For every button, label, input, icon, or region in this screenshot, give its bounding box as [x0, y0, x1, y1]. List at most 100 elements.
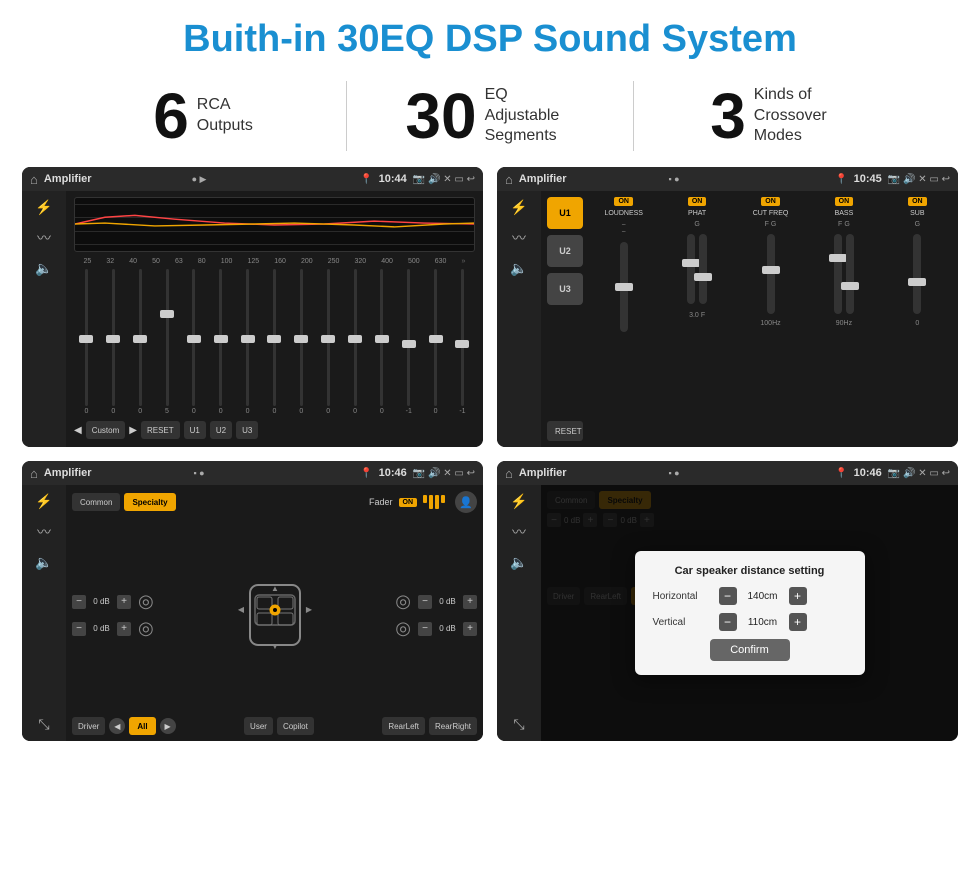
all-btn[interactable]: All: [129, 717, 155, 735]
speaker-circle-br: ◎: [395, 618, 411, 639]
wave-icon-4[interactable]: 〰: [512, 522, 526, 542]
minus-btn-4[interactable]: −: [418, 622, 432, 636]
eq-icon-4[interactable]: ⚡: [510, 493, 527, 510]
custom-btn[interactable]: Custom: [86, 421, 126, 439]
status-icons-2: 📍: [835, 174, 847, 185]
expand-icon-3[interactable]: ⤡: [38, 716, 49, 733]
on-badge-cutfreq[interactable]: ON: [761, 197, 780, 206]
speaker-icon-3[interactable]: 🔈: [35, 554, 52, 571]
home-icon-3[interactable]: ⌂: [30, 466, 38, 481]
wave-icon-2[interactable]: 〰: [512, 228, 526, 248]
left-arrow-btn[interactable]: ◀: [109, 718, 125, 734]
on-badge-bass[interactable]: ON: [835, 197, 854, 206]
reset-btn-1[interactable]: RESET: [141, 421, 180, 439]
u2-btn[interactable]: U2: [210, 421, 232, 439]
dot-icons-4: ▪ ●: [668, 468, 679, 478]
crossover-main: Common Specialty Fader ON: [66, 485, 483, 741]
speaker-icon-4[interactable]: 🔈: [510, 554, 527, 571]
plus-btn-4[interactable]: +: [463, 622, 477, 636]
speaker-sidebar-icon[interactable]: 🔈: [35, 260, 52, 277]
speaker-circle-tr: ◎: [395, 591, 411, 612]
status-bar-2: ⌂ Amplifier ▪ ● 📍 10:45 📷 🔊 ✕ ▭ ↩: [497, 167, 958, 191]
screen4-title: Amplifier: [519, 467, 663, 479]
home-icon-1[interactable]: ⌂: [30, 172, 38, 187]
fader-label: Fader: [369, 497, 393, 507]
plus-btn-3[interactable]: +: [463, 595, 477, 609]
status-icons-1: 📍: [360, 174, 372, 185]
home-icon-4[interactable]: ⌂: [505, 466, 513, 481]
status-bar-4: ⌂ Amplifier ▪ ● 📍 10:46 📷 🔊 ✕ ▭ ↩: [497, 461, 958, 485]
on-badge-phat[interactable]: ON: [688, 197, 707, 206]
right-arrow-btn[interactable]: ▶: [160, 718, 176, 734]
speaker-circle-tl: ◎: [138, 591, 154, 612]
u1-btn[interactable]: U1: [184, 421, 206, 439]
slider-loudness[interactable]: [620, 242, 628, 332]
svg-text:▼: ▼: [271, 642, 279, 651]
horizontal-plus[interactable]: +: [789, 587, 807, 605]
amp2-main: U1 U2 U3 RESET ON LOUDNESS ~ ~: [541, 191, 958, 447]
person-icon[interactable]: 👤: [455, 491, 477, 513]
minus-btn-1[interactable]: −: [72, 595, 86, 609]
speaker-icon-2[interactable]: 🔈: [510, 260, 527, 277]
slider-cutfreq[interactable]: [767, 234, 775, 314]
status-bar-3: ⌂ Amplifier ▪ ● 📍 10:46 📷 🔊 ✕ ▭ ↩: [22, 461, 483, 485]
slider-bass-l[interactable]: [834, 234, 842, 314]
slider-bass-r[interactable]: [846, 234, 854, 314]
fader-on-badge[interactable]: ON: [399, 498, 418, 507]
screen3-time: 10:46: [379, 467, 407, 479]
next-arrow[interactable]: ▶: [129, 425, 137, 436]
vertical-minus[interactable]: −: [719, 613, 737, 631]
screen2-sidebar: ⚡ 〰 🔈: [497, 191, 541, 447]
expand-icon-4[interactable]: ⤡: [513, 716, 524, 733]
media-icons-3: 📷 🔊 ✕ ▭ ↩: [413, 468, 475, 479]
screen4-time: 10:46: [854, 467, 882, 479]
label-phat: PHAT: [688, 210, 706, 217]
stat-eq: 30 EQ AdjustableSegments: [347, 84, 633, 148]
slider-sub[interactable]: [913, 234, 921, 314]
dot-icons-2: ▪ ●: [668, 174, 679, 184]
preset-u1[interactable]: U1: [547, 197, 583, 229]
slider-phat-r[interactable]: [699, 234, 707, 304]
vertical-plus[interactable]: +: [789, 613, 807, 631]
plus-btn-1[interactable]: +: [117, 595, 131, 609]
copilot-btn[interactable]: Copilot: [277, 717, 314, 735]
eq-sidebar-icon[interactable]: ⚡: [35, 199, 52, 216]
status-bar-1: ⌂ Amplifier ● ▶ 📍 10:44 📷 🔊 ✕ ▭ ↩: [22, 167, 483, 191]
home-icon-2[interactable]: ⌂: [505, 172, 513, 187]
horizontal-minus[interactable]: −: [719, 587, 737, 605]
tab-common[interactable]: Common: [72, 493, 120, 511]
slider-phat-l[interactable]: [687, 234, 695, 304]
screen3-title: Amplifier: [44, 467, 188, 479]
horizontal-label: Horizontal: [653, 591, 713, 602]
on-badge-loudness[interactable]: ON: [614, 197, 633, 206]
confirm-button[interactable]: Confirm: [710, 639, 790, 661]
user-btn[interactable]: User: [244, 717, 273, 735]
wave-sidebar-icon[interactable]: 〰: [37, 228, 51, 248]
u3-btn[interactable]: U3: [236, 421, 258, 439]
on-badge-sub[interactable]: ON: [908, 197, 927, 206]
screen-crossover: ⌂ Amplifier ▪ ● 📍 10:46 📷 🔊 ✕ ▭ ↩ ⚡ 〰 🔈 …: [22, 461, 483, 741]
rearright-btn[interactable]: RearRight: [429, 717, 477, 735]
eq-main-area: 25 32 40 50 63 80 100 125 160 200 250 32…: [66, 191, 483, 447]
label-loudness: LOUDNESS: [604, 210, 643, 217]
prev-arrow[interactable]: ◀: [74, 425, 82, 436]
db-value-3: 0 dB: [435, 597, 460, 606]
main-title: Buith-in 30EQ DSP Sound System: [0, 0, 980, 71]
plus-btn-2[interactable]: +: [117, 622, 131, 636]
preset-u3[interactable]: U3: [547, 273, 583, 305]
minus-btn-3[interactable]: −: [418, 595, 432, 609]
preset-u2[interactable]: U2: [547, 235, 583, 267]
reset-btn-2[interactable]: RESET: [547, 421, 583, 441]
stats-row: 6 RCAOutputs 30 EQ AdjustableSegments 3 …: [0, 71, 980, 167]
minus-btn-2[interactable]: −: [72, 622, 86, 636]
eq-icon-2[interactable]: ⚡: [510, 199, 527, 216]
label-sub: SUB: [910, 210, 924, 217]
tab-specialty[interactable]: Specialty: [124, 493, 175, 511]
rearleft-btn[interactable]: RearLeft: [382, 717, 425, 735]
amp2-presets: U1 U2 U3 RESET: [547, 197, 583, 441]
wave-icon-3[interactable]: 〰: [37, 522, 51, 542]
driver-btn[interactable]: Driver: [72, 717, 105, 735]
vertical-value: 110cm: [743, 617, 783, 628]
eq-icon-3[interactable]: ⚡: [35, 493, 52, 510]
screen-eq: ⌂ Amplifier ● ▶ 📍 10:44 📷 🔊 ✕ ▭ ↩ ⚡ 〰 🔈: [22, 167, 483, 447]
